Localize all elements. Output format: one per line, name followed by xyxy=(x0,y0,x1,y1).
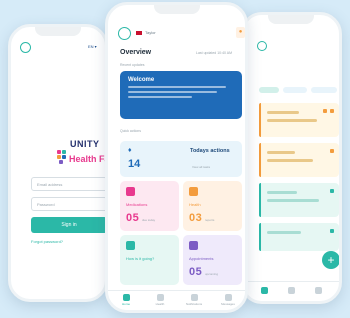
list-item[interactable] xyxy=(259,183,339,217)
tile-label: How is it going? xyxy=(126,256,155,261)
brand-logo: UNITY Health Fact xyxy=(43,139,105,169)
nav-label: Notifications xyxy=(185,302,203,306)
nav-messages[interactable]: Messages xyxy=(218,294,238,306)
flag-icon[interactable] xyxy=(136,31,142,35)
filter-chip[interactable] xyxy=(283,87,307,93)
language-select[interactable]: EN ▾ xyxy=(88,44,97,49)
tile-value: 05 xyxy=(189,266,203,278)
bell-icon[interactable]: ● xyxy=(236,27,245,38)
nav-home[interactable]: Home xyxy=(116,294,136,306)
home-icon[interactable] xyxy=(261,287,268,294)
pill-icon xyxy=(126,187,135,196)
home-icon xyxy=(122,294,130,301)
page-title: Overview xyxy=(120,49,152,56)
tile-value: 05 xyxy=(126,212,140,224)
medications-tile[interactable]: Medications 05 due today xyxy=(120,181,179,231)
today-count: 14 xyxy=(128,158,141,170)
section-label: Recent updates xyxy=(120,63,145,67)
feedback-tile[interactable]: How is it going? xyxy=(120,235,179,285)
today-link[interactable]: View all tasks xyxy=(192,165,210,169)
logo-mark-icon xyxy=(57,150,67,166)
logo-health-text: Health Fact xyxy=(69,154,105,164)
password-field[interactable]: Password xyxy=(31,197,105,211)
welcome-card[interactable]: Welcome xyxy=(120,71,242,119)
health-tile[interactable]: Health 03 reports xyxy=(183,181,242,231)
avatar[interactable] xyxy=(118,27,131,40)
nav-notifications[interactable]: Notifications xyxy=(184,294,204,306)
tile-sub: reports xyxy=(205,218,215,222)
list-item[interactable] xyxy=(259,143,339,177)
welcome-title: Welcome xyxy=(128,77,155,83)
calendar-icon xyxy=(189,241,198,250)
heart-icon xyxy=(189,187,198,196)
nav-label: Health xyxy=(155,302,165,306)
health-icon xyxy=(156,294,164,301)
today-title: Todays actions xyxy=(190,148,230,154)
nav-label: Messages xyxy=(221,302,235,306)
section-label: Quick actions xyxy=(120,129,142,133)
messages-icon xyxy=(224,294,232,301)
trophy-icon: ♦ xyxy=(128,147,132,154)
phone-notch xyxy=(268,15,314,24)
last-updated: Last updated 10:40 AM xyxy=(196,51,232,55)
filter-chip[interactable] xyxy=(311,87,337,93)
profile-icon[interactable] xyxy=(257,41,267,51)
tile-label: Appointments xyxy=(189,256,214,261)
nav-health[interactable]: Health xyxy=(150,294,170,306)
phone-notch xyxy=(153,5,200,14)
tile-sub: due today xyxy=(142,218,156,222)
bottom-nav xyxy=(243,281,339,301)
logo-unity-text: UNITY xyxy=(70,139,100,149)
profile-icon[interactable] xyxy=(20,42,31,53)
todays-actions-card[interactable]: ♦ Todays actions 14 View all tasks xyxy=(120,141,242,177)
login-phone: EN ▾ UNITY Health Fact Email address Pas… xyxy=(8,24,108,302)
nav-label: Home xyxy=(121,302,130,306)
health-icon[interactable] xyxy=(288,287,295,294)
tile-value: 03 xyxy=(189,212,203,224)
add-fab-button[interactable]: + xyxy=(322,251,339,269)
sign-in-button[interactable]: Sign in xyxy=(31,217,105,233)
filter-chip[interactable] xyxy=(259,87,279,93)
bell-icon xyxy=(190,294,198,301)
email-field[interactable]: Email address xyxy=(31,177,105,191)
bottom-nav: Home Health Notifications Messages xyxy=(108,290,245,310)
list-item[interactable] xyxy=(259,223,339,251)
list-item[interactable] xyxy=(259,103,339,137)
forgot-password-link[interactable]: Forgot password? xyxy=(31,239,63,244)
header-user: Taylor xyxy=(145,30,156,35)
chat-icon xyxy=(126,241,135,250)
tile-label: Medications xyxy=(126,202,148,207)
tile-label: Health xyxy=(189,202,201,207)
dashboard-phone: Taylor ● Overview Last updated 10:40 AM … xyxy=(105,2,248,313)
list-phone: + xyxy=(240,12,342,304)
messages-icon[interactable] xyxy=(315,287,322,294)
appointments-tile[interactable]: Appointments 05 upcoming xyxy=(183,235,242,285)
tile-sub: upcoming xyxy=(205,272,219,276)
phone-notch xyxy=(35,27,81,36)
